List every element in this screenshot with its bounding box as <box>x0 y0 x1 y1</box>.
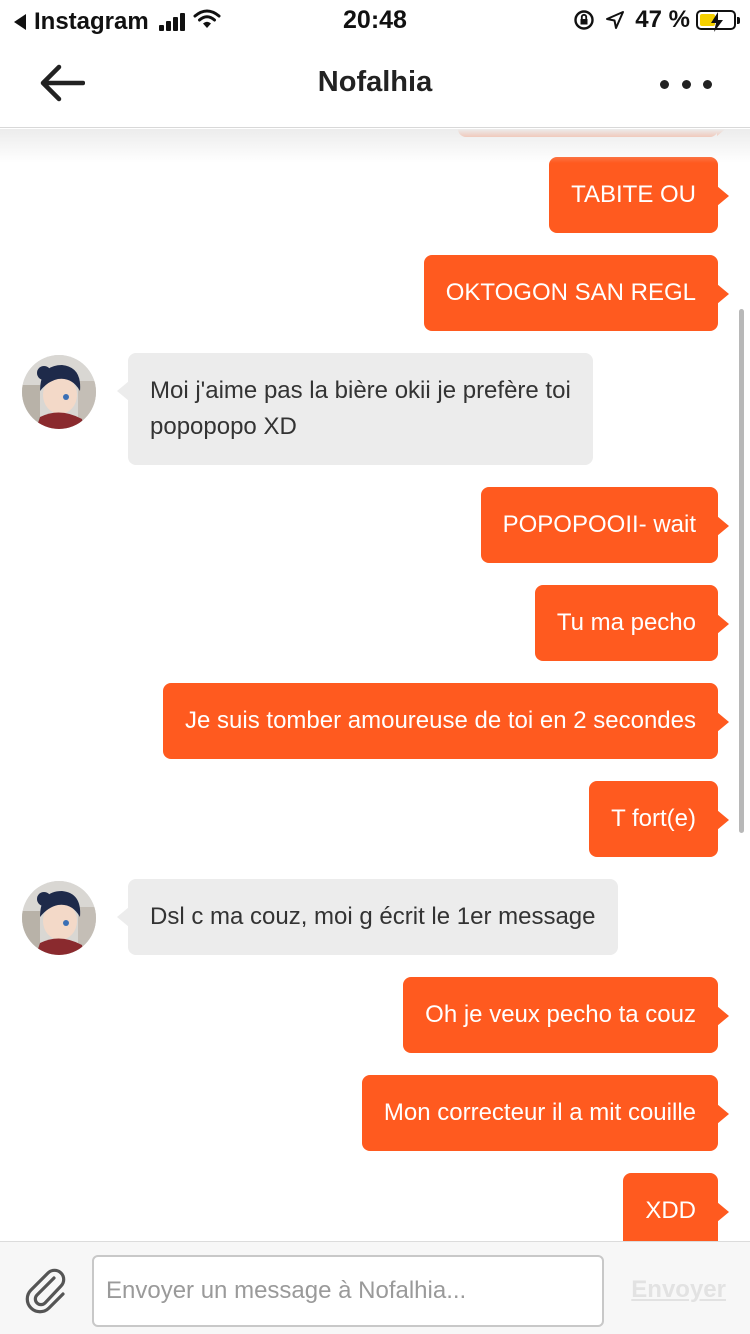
message-bubble-sent: Je suis tomber amoureuse de toi en 2 sec… <box>163 683 729 759</box>
message-bubble-sent: T fort(e) <box>589 781 729 857</box>
battery-percent: 47 % <box>635 6 690 33</box>
location-icon <box>605 10 625 30</box>
message-list[interactable]: TABITE OU OKTOGON SAN REGL Moi j'aime pa… <box>0 129 750 1241</box>
more-icon <box>660 79 669 89</box>
battery-icon <box>696 10 740 32</box>
conversation-title: Nofalhia <box>317 66 433 98</box>
orientation-lock-icon <box>573 9 595 31</box>
message-bubble-sent: POPOPOOII- wait <box>480 487 730 563</box>
message-bubble-sent: TABITE OU <box>549 157 729 233</box>
status-bar: Instagram 20:48 47 % <box>0 0 750 42</box>
chat-header: Nofalhia <box>0 42 750 128</box>
composer-bar: Envoyer <box>0 1241 750 1334</box>
message-bubble-sent: OKTOGON SAN REGL <box>423 255 730 331</box>
attach-button[interactable] <box>22 1264 72 1314</box>
message-bubble-sent: Oh je veux pecho ta couz <box>403 977 729 1053</box>
message-bubble-sent: Mon correcteur il a mit couille <box>361 1075 730 1151</box>
scrollbar[interactable] <box>739 309 744 833</box>
send-button[interactable]: Envoyer <box>631 1276 726 1304</box>
message-bubble-received: Moi j'aime pas la bière okii je prefère … <box>117 353 593 465</box>
message-bubble-received: Dsl c ma couz, moi g écrit le 1er messag… <box>117 879 618 955</box>
message-input[interactable] <box>92 1255 604 1327</box>
message-bubble-sent: Tu ma pecho <box>534 585 730 661</box>
more-button[interactable] <box>660 64 712 104</box>
paperclip-icon <box>22 1268 72 1318</box>
avatar[interactable] <box>22 355 96 429</box>
avatar[interactable] <box>22 881 96 955</box>
message-bubble-sent: XDD <box>623 1173 729 1241</box>
